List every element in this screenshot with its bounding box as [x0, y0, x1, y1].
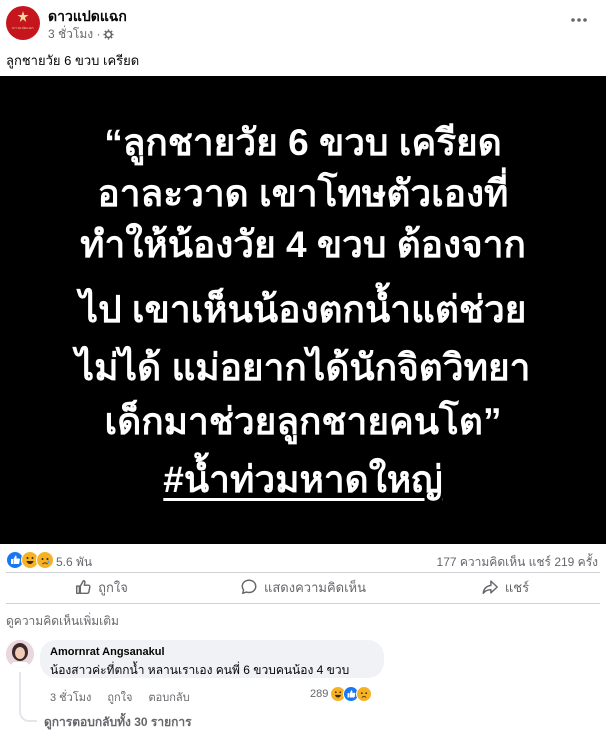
post-image[interactable]: “ลูกชายวัย 6 ขวบ เครียด อาละวาด เขาโทษตั…: [0, 76, 606, 544]
post-caption: ลูกชายวัย 6 ขวบ เครียด: [6, 53, 140, 68]
view-more-comments[interactable]: ดูความคิดเห็นเพิ่มเติม: [6, 612, 119, 631]
share-label: แชร์: [504, 579, 530, 595]
sad-reaction-icon: [36, 551, 54, 569]
divider: [6, 603, 600, 604]
comment-time[interactable]: 3 ชั่วโมง: [50, 688, 91, 706]
comment-like-button[interactable]: ถูกใจ: [107, 688, 132, 706]
view-replies-link[interactable]: ดูการตอบกลับทั้ง 30 รายการ: [44, 713, 192, 732]
image-text-line: ทำให้น้องวัย 4 ขวบ ต้องจาก: [80, 224, 526, 265]
image-text-line: ไป เขาเห็นน้องตกน้ำแต่ช่วย: [79, 289, 527, 330]
share-arrow-icon: [482, 580, 498, 595]
comment-bubble: Amornrat Angsanakul น้องสาวค่ะที่ตกน้ำ ห…: [40, 640, 384, 678]
comment-reactions[interactable]: 289: [310, 686, 373, 702]
post-header: ดาวแปดแฉก ดาวแปดแฉก 3 ชั่วโมง ·: [0, 0, 606, 44]
page-avatar[interactable]: ดาวแปดแฉก: [6, 6, 40, 40]
reply-thread-line: [19, 672, 37, 722]
post-actions: ถูกใจ แสดงความคิดเห็น แชร์: [0, 575, 606, 599]
globe-gear-icon: [103, 29, 114, 40]
divider: [6, 572, 600, 573]
comment-text: น้องสาวค่ะที่ตกน้ำ หลานเราเอง คนพี่ 6 ขว…: [50, 663, 350, 677]
reaction-icons[interactable]: [6, 551, 54, 569]
comment-bubble-icon: [241, 579, 257, 595]
comments-shares-count[interactable]: 177 ความคิดเห็น แชร์ 219 ครั้ง: [437, 553, 598, 572]
reaction-count[interactable]: 5.6 พัน: [56, 553, 92, 572]
image-text-line: เด็กมาช่วยลูกชายคนโต”: [104, 401, 502, 442]
like-label: ถูกใจ: [98, 579, 128, 595]
more-options-icon[interactable]: [568, 12, 590, 28]
comment-reply-button[interactable]: ตอบกลับ: [149, 688, 190, 706]
post-meta: 3 ชั่วโมง ·: [48, 25, 114, 44]
comment-reaction-count: 289: [310, 688, 329, 700]
post-stats: 5.6 พัน 177 ความคิดเห็น แชร์ 219 ครั้ง: [0, 548, 606, 572]
comment-label: แสดงความคิดเห็น: [263, 579, 366, 595]
star-logo-icon: [17, 11, 29, 22]
image-text-line: อาละวาด เขาโทษตัวเองที่: [97, 173, 509, 214]
avatar-logo-text: ดาวแปดแฉก: [12, 26, 34, 30]
image-text-line: ไม่ได้ แม่อยากได้นักจิตวิทยา: [75, 347, 531, 388]
share-button[interactable]: แชร์: [404, 575, 606, 599]
commenter-name[interactable]: Amornrat Angsanakul: [50, 646, 165, 658]
image-hashtag: #น้ำท่วมหาดใหญ่: [163, 459, 443, 500]
like-button[interactable]: ถูกใจ: [0, 575, 202, 599]
comment-actions: 3 ชั่วโมง ถูกใจ ตอบกลับ: [50, 688, 190, 706]
commenter-avatar[interactable]: [6, 640, 34, 668]
thumbs-up-icon: [76, 579, 91, 595]
comment-button[interactable]: แสดงความคิดเห็น: [202, 575, 404, 599]
image-text-line: “ลูกชายวัย 6 ขวบ เครียด: [104, 122, 502, 163]
post-time[interactable]: 3 ชั่วโมง ·: [48, 25, 100, 44]
profile-photo-icon: [6, 640, 34, 668]
sad-reaction-icon: [356, 686, 373, 702]
